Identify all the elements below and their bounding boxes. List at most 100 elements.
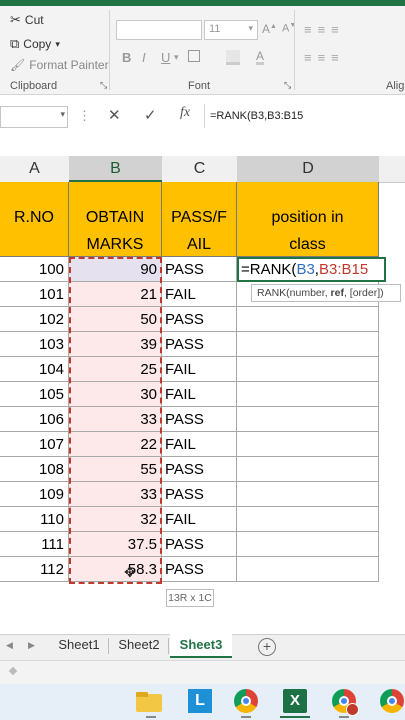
header-status-line1: PASS/F [171, 209, 227, 226]
cell-position[interactable] [237, 382, 379, 407]
cell-status[interactable]: PASS [162, 457, 237, 482]
cell-status[interactable]: FAIL [162, 507, 237, 532]
running-indicator [339, 716, 349, 718]
file-explorer-icon[interactable] [136, 690, 162, 712]
chevron-down-icon: ▾ [60, 109, 65, 119]
horizontal-align-icons[interactable]: ≡≡≡ [304, 50, 345, 65]
cell-position[interactable] [237, 332, 379, 357]
cell-position[interactable] [237, 432, 379, 457]
status-bar [0, 660, 405, 685]
tab-sheet3-active[interactable]: Sheet3 [170, 634, 232, 658]
cell-rno[interactable]: 107 [0, 432, 69, 457]
cell-rno[interactable]: 100 [0, 257, 69, 282]
cell-position[interactable] [237, 307, 379, 332]
cell-status[interactable]: FAIL [162, 432, 237, 457]
confirm-entry-button[interactable]: ✓ [144, 106, 157, 124]
font-color-icon[interactable]: A [256, 50, 265, 65]
header-cell-marks[interactable]: OBTAIN MARKS [69, 182, 162, 257]
header-position-line1: position in [271, 209, 344, 226]
chrome-profile-icon[interactable] [332, 689, 359, 716]
column-header-b[interactable]: B [69, 156, 163, 183]
cancel-entry-button[interactable]: ✕ [108, 106, 121, 124]
cell-position[interactable] [237, 507, 379, 532]
cell-position[interactable] [237, 357, 379, 382]
borders-icon[interactable] [188, 50, 200, 62]
scissors-icon: ✂ [10, 12, 21, 27]
chrome-icon[interactable] [234, 689, 258, 713]
header-marks-line1: OBTAIN [85, 209, 145, 226]
formula-prefix: =RANK( [241, 261, 297, 278]
formula-ref-range: B3:B15 [318, 261, 369, 278]
format-painter-button[interactable]: 🖌 Format Painter [10, 58, 109, 72]
font-name-box[interactable] [116, 20, 202, 40]
cell-rno[interactable]: 103 [0, 332, 69, 357]
cell-status[interactable]: PASS [162, 557, 237, 582]
cell-status[interactable]: FAIL [162, 282, 237, 307]
vertical-align-icons[interactable]: ≡≡≡ [304, 22, 345, 37]
copy-button[interactable]: ⧉ Copy ▾ [10, 36, 60, 52]
cell-status[interactable]: PASS [162, 482, 237, 507]
grow-font-icon[interactable]: A▲ [262, 22, 277, 36]
cell-rno[interactable]: 112 [0, 557, 69, 582]
cursor-icon: ✥ [124, 564, 136, 580]
cell-position[interactable] [237, 457, 379, 482]
active-cell-editor[interactable]: =RANK(B3,B3:B15 [237, 257, 386, 282]
active-app-indicator [280, 716, 310, 718]
tab-sheet1[interactable]: Sheet1 [50, 634, 108, 658]
header-cell-position[interactable]: position in class [237, 182, 379, 257]
formula-input[interactable]: =RANK(B3,B3:B15 [210, 106, 405, 126]
cell-rno[interactable]: 105 [0, 382, 69, 407]
insert-function-button[interactable]: fx [180, 105, 190, 121]
cell-rno[interactable]: 108 [0, 457, 69, 482]
format-painter-label: Format Painter [29, 58, 109, 72]
cell-position[interactable] [237, 532, 379, 557]
chevron-down-icon: ▾ [248, 23, 253, 33]
name-box[interactable]: ▾ [0, 106, 68, 128]
tab-scroll-right-icon[interactable]: ▶ [28, 640, 35, 651]
header-cell-status[interactable]: PASS/F AIL [162, 182, 237, 257]
cell-rno[interactable]: 102 [0, 307, 69, 332]
dialog-launcher-icon[interactable]: ⤡ [100, 80, 107, 91]
launcher-app-icon[interactable]: L [188, 689, 212, 713]
font-group-label: Font [188, 80, 211, 92]
column-header-a[interactable]: A [0, 156, 70, 183]
tab-sheet2[interactable]: Sheet2 [110, 634, 168, 658]
cell-status[interactable]: FAIL [162, 357, 237, 382]
tab-scroll-left-icon[interactable]: ◀ [6, 640, 13, 651]
header-cell-rno[interactable]: R.NO [0, 182, 69, 257]
dialog-launcher-icon[interactable]: ⤡ [284, 80, 291, 91]
new-sheet-icon[interactable]: + [258, 638, 276, 656]
column-header-d[interactable]: D [237, 156, 380, 183]
cell-status[interactable]: FAIL [162, 382, 237, 407]
cell-rno[interactable]: 101 [0, 282, 69, 307]
cell-rno[interactable]: 106 [0, 407, 69, 432]
formula-ref-number: B3 [296, 261, 315, 278]
cell-status[interactable]: PASS [162, 332, 237, 357]
cell-position[interactable] [237, 407, 379, 432]
cut-label: Cut [24, 13, 44, 27]
ribbon: ✂ Cut ⧉ Copy ▾ 🖌 Format Painter Clipboar… [0, 6, 405, 95]
cut-button[interactable]: ✂ Cut [10, 12, 44, 28]
italic-button[interactable]: I [142, 50, 146, 65]
fill-color-icon[interactable] [226, 50, 240, 65]
header-marks-line2: MARKS [86, 236, 144, 253]
cell-position[interactable] [237, 557, 379, 582]
chevron-down-icon[interactable]: ▾ [174, 52, 179, 63]
bold-button[interactable]: B [122, 50, 131, 65]
cell-rno[interactable]: 111 [0, 532, 69, 557]
column-header-c[interactable]: C [162, 156, 238, 183]
cell-rno[interactable]: 110 [0, 507, 69, 532]
font-size-box[interactable]: 11 ▾ [204, 20, 258, 40]
excel-icon[interactable]: X [283, 689, 307, 713]
cell-rno[interactable]: 104 [0, 357, 69, 382]
cell-status[interactable]: PASS [162, 257, 237, 282]
cell-status[interactable]: PASS [162, 532, 237, 557]
cell-position[interactable] [237, 482, 379, 507]
column-header-e[interactable] [379, 156, 405, 183]
underline-button[interactable]: U [161, 50, 170, 65]
cell-rno[interactable]: 109 [0, 482, 69, 507]
chrome-window-icon[interactable] [380, 689, 404, 713]
cell-status[interactable]: PASS [162, 407, 237, 432]
data-rows: 100 90 PASS 101 21 FAIL 102 50 PASS 103 39 PASS 104 2… [0, 257, 405, 584]
cell-status[interactable]: PASS [162, 307, 237, 332]
